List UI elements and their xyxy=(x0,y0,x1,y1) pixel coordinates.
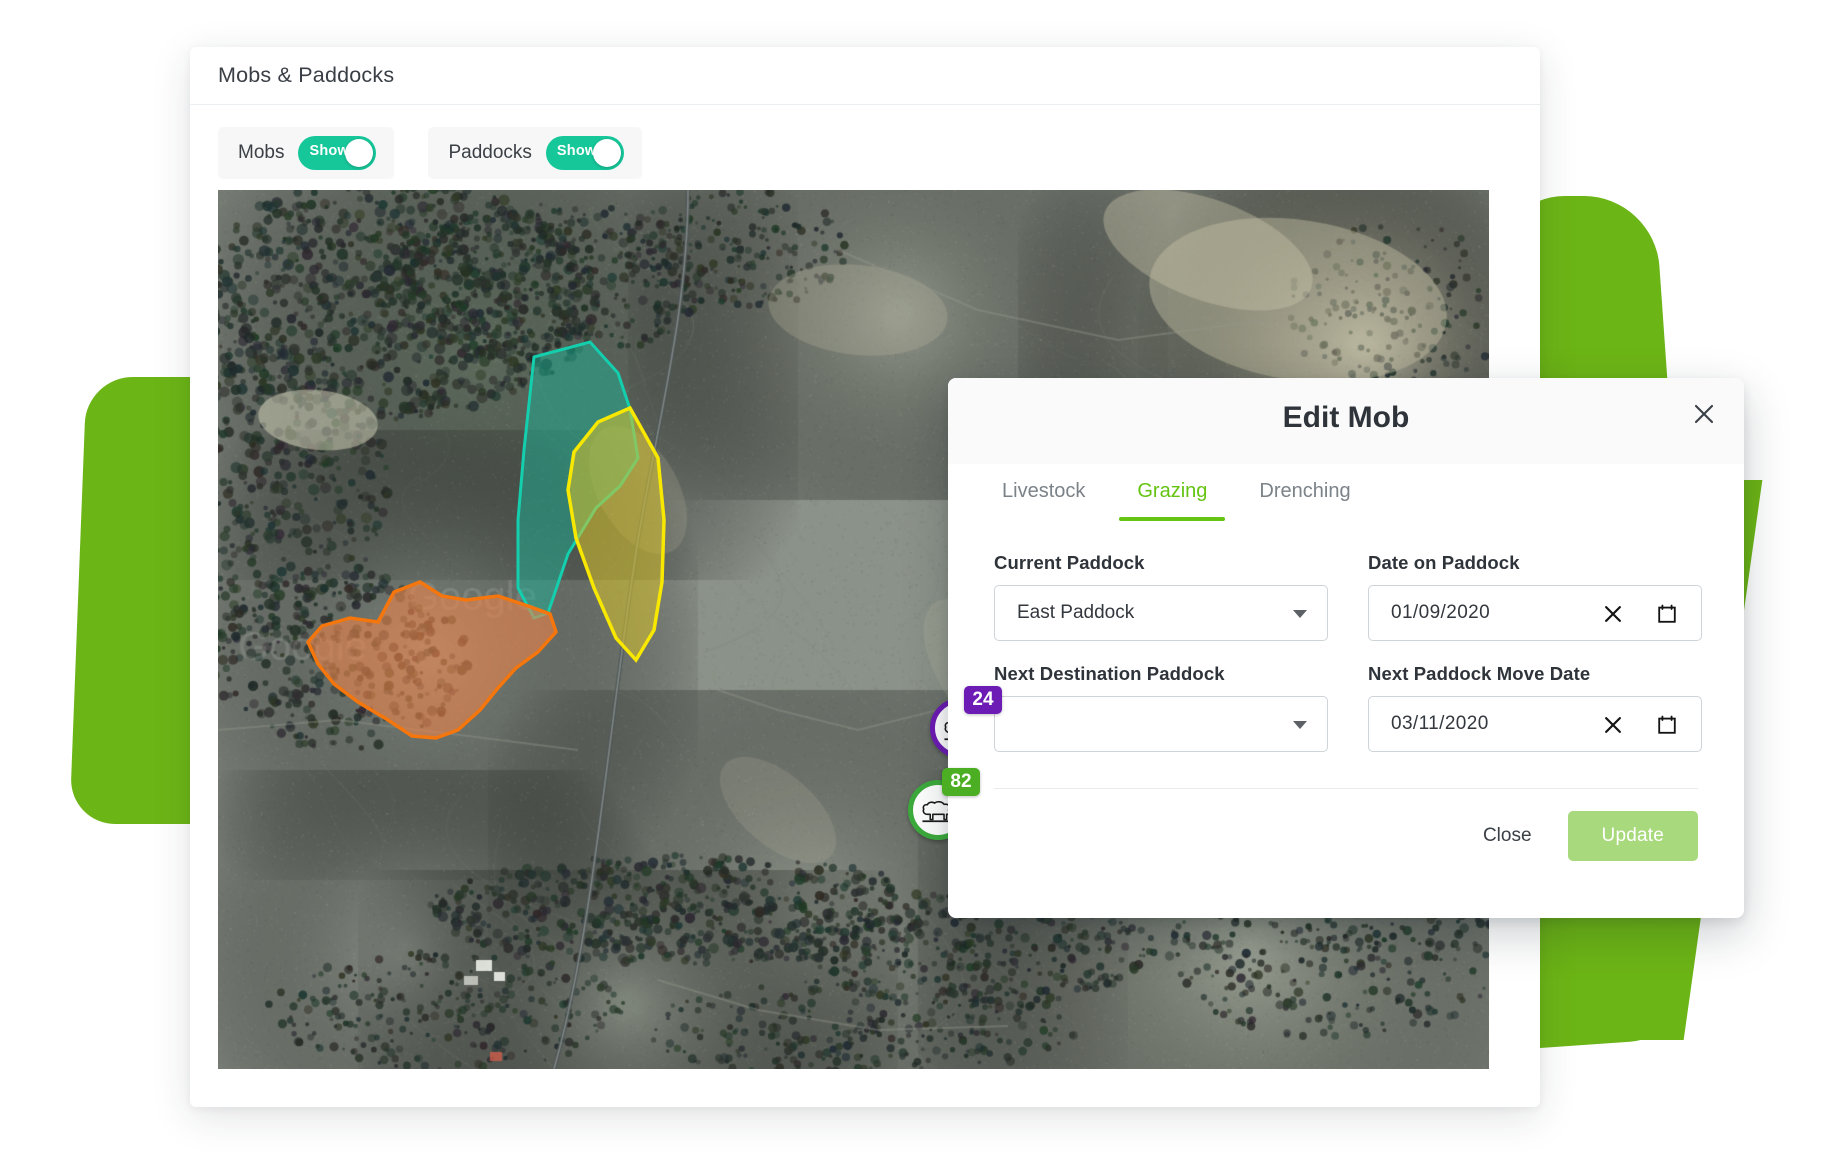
calendar-icon-glyph xyxy=(1658,715,1676,734)
date-on-paddock-value: 01/09/2020 xyxy=(1391,602,1491,623)
next-destination-paddock-select[interactable] xyxy=(994,696,1328,752)
paddocks-toggle-state: Show xyxy=(556,143,597,159)
clear-icon[interactable] xyxy=(1599,600,1627,628)
clear-icon[interactable] xyxy=(1599,711,1627,739)
paddocks-toggle-switch[interactable]: Show xyxy=(545,136,624,170)
toggle-knob-icon xyxy=(592,139,621,167)
close-button[interactable]: Close xyxy=(1461,813,1554,859)
dialog-tabs: Livestock Grazing Drenching xyxy=(948,464,1744,536)
calendar-icon[interactable] xyxy=(1653,711,1681,739)
next-paddock-move-date-label: Next Paddock Move Date xyxy=(1368,663,1591,684)
page-title: Mobs & Paddocks xyxy=(218,63,395,87)
paddocks-toggle-label: Paddocks xyxy=(448,142,532,163)
date-on-paddock-input[interactable]: 01/09/2020 xyxy=(1368,585,1702,641)
clear-icon-glyph xyxy=(1605,717,1621,733)
mob-count-badge: 82 xyxy=(942,768,980,796)
current-paddock-label: Current Paddock xyxy=(994,552,1145,573)
current-paddock-field: Current Paddock East Paddock xyxy=(994,552,1328,641)
chevron-down-icon xyxy=(1293,721,1307,729)
dialog-footer: Close Update xyxy=(948,789,1744,861)
chevron-down-icon xyxy=(1293,610,1307,618)
mobs-toggle-state: Show xyxy=(309,143,349,159)
calendar-icon-glyph xyxy=(1658,604,1676,623)
next-destination-paddock-field: Next Destination Paddock xyxy=(994,663,1328,752)
calendar-icon[interactable] xyxy=(1653,600,1681,628)
mobs-toggle-chip[interactable]: Mobs Show xyxy=(218,127,395,179)
dialog-body: Current Paddock East Paddock Date on Pad… xyxy=(948,536,1744,752)
close-icon[interactable] xyxy=(1686,396,1722,432)
dialog-title: Edit Mob xyxy=(1282,401,1410,434)
tab-drenching[interactable]: Drenching xyxy=(1233,472,1376,521)
next-paddock-move-date-field: Next Paddock Move Date 03/11/2020 xyxy=(1368,663,1702,752)
dialog-header: Edit Mob xyxy=(948,378,1744,464)
tab-grazing[interactable]: Grazing xyxy=(1111,472,1233,521)
clear-icon-glyph xyxy=(1605,606,1621,622)
next-destination-paddock-label: Next Destination Paddock xyxy=(994,663,1225,684)
date-on-paddock-label: Date on Paddock xyxy=(1368,552,1520,573)
date-on-paddock-field: Date on Paddock 01/09/2020 xyxy=(1368,552,1702,641)
next-paddock-move-date-value: 03/11/2020 xyxy=(1391,713,1489,734)
mobs-toggle-switch[interactable]: Show xyxy=(298,136,377,170)
mob-count-badge: 24 xyxy=(964,686,1002,714)
paddocks-toggle-chip[interactable]: Paddocks Show xyxy=(428,127,642,179)
toggle-knob-icon xyxy=(345,139,374,167)
current-paddock-value: East Paddock xyxy=(1017,602,1135,623)
yellow-paddock-polygon[interactable] xyxy=(566,405,666,663)
mobs-toggle-label: Mobs xyxy=(238,142,285,163)
next-paddock-move-date-input[interactable]: 03/11/2020 xyxy=(1368,696,1702,752)
grazing-form: Current Paddock East Paddock Date on Pad… xyxy=(994,552,1702,752)
tab-livestock[interactable]: Livestock xyxy=(976,472,1111,521)
close-icon-glyph xyxy=(1694,404,1714,424)
card-header: Mobs & Paddocks xyxy=(190,47,1540,105)
app-root: Mobs & Paddocks Mobs Show Paddocks Show xyxy=(0,0,1840,1170)
update-button[interactable]: Update xyxy=(1567,811,1698,861)
orange-paddock-polygon[interactable] xyxy=(305,580,558,740)
edit-mob-dialog: Edit Mob Livestock Grazing Drenching Cur… xyxy=(948,378,1744,918)
current-paddock-select[interactable]: East Paddock xyxy=(994,585,1328,641)
map-layer-toggles: Mobs Show Paddocks Show xyxy=(218,127,642,179)
